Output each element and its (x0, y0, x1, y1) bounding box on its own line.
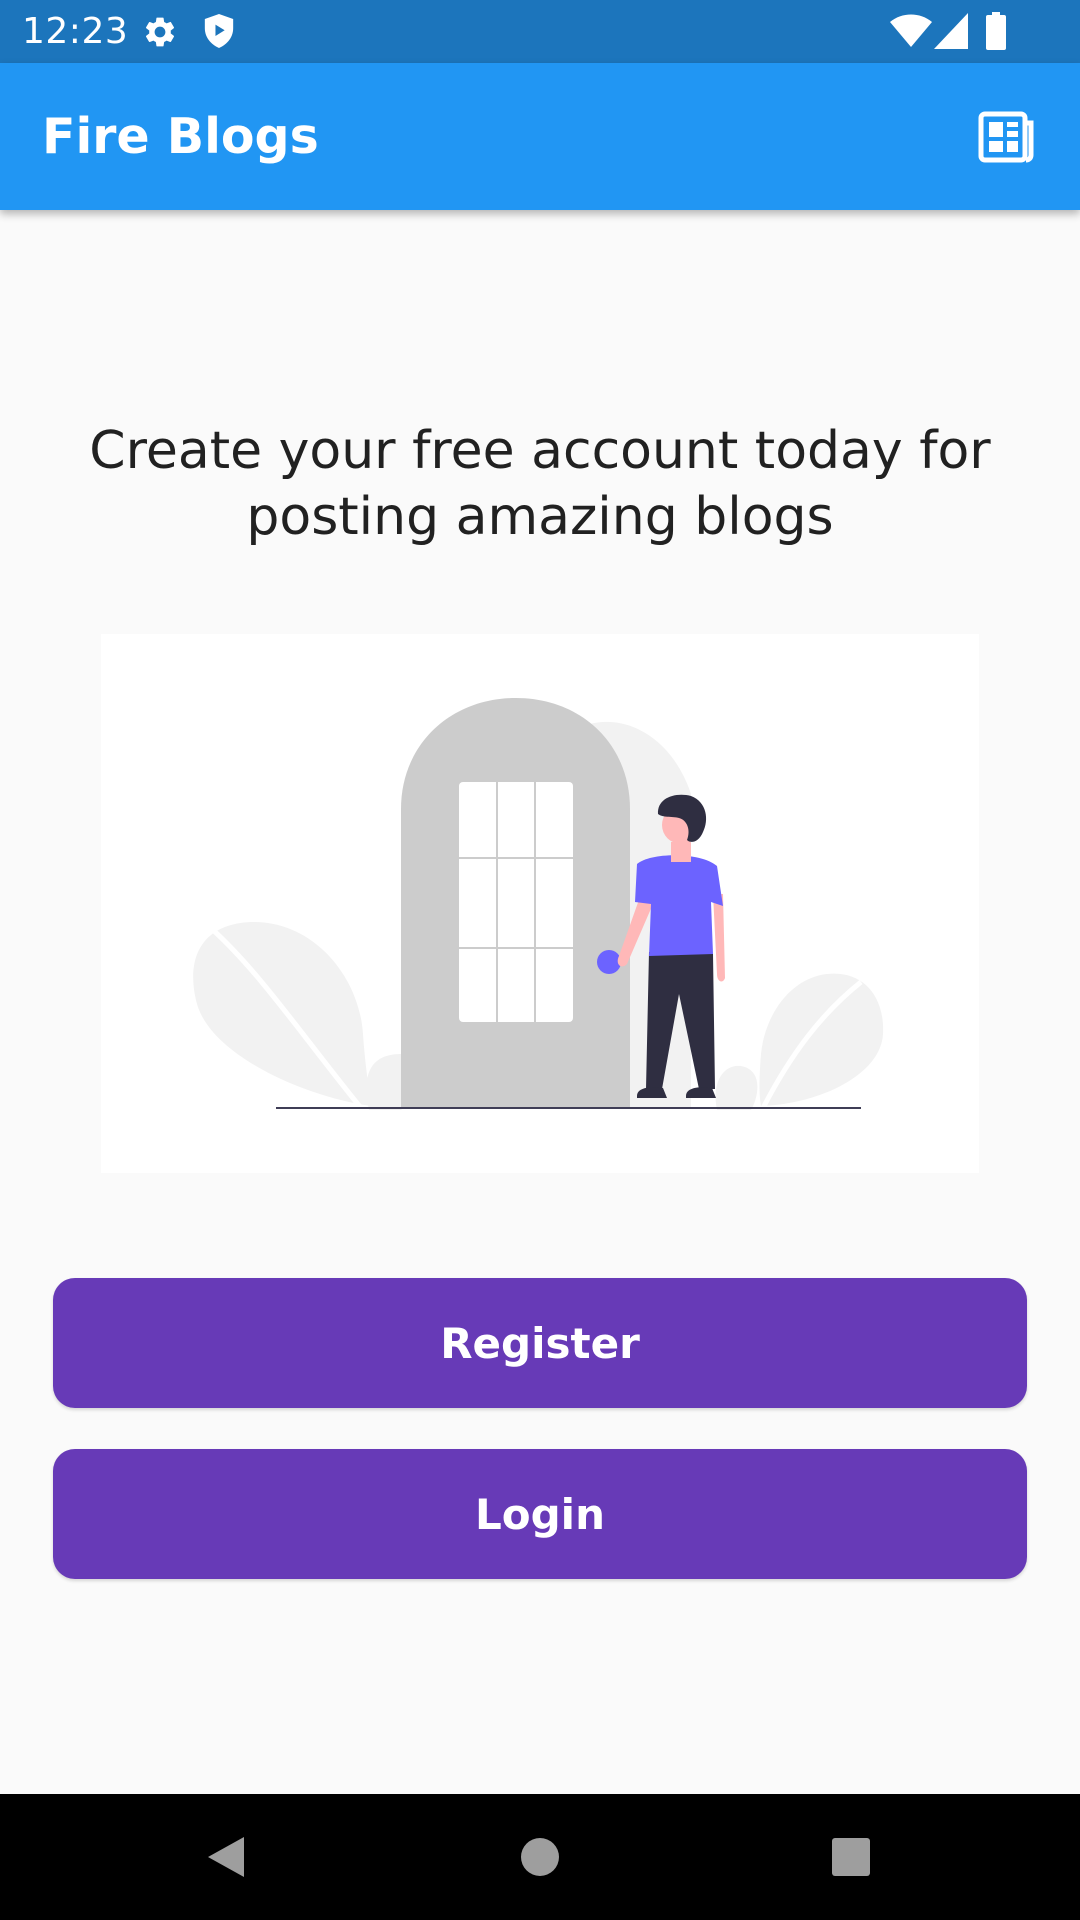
headline: Create your free account today for posti… (89, 421, 991, 547)
navigation-bar (0, 1794, 1080, 1920)
newspaper-button[interactable] (974, 105, 1038, 169)
left-plant (193, 921, 371, 1106)
home-icon (521, 1838, 559, 1876)
person-at-door-illustration (101, 634, 979, 1173)
app-bar: Fire Blogs (0, 63, 1080, 210)
nav-home-button[interactable] (507, 1824, 573, 1890)
status-bar: 12:23 (0, 0, 1080, 63)
newspaper-icon (978, 111, 1034, 163)
gear-icon (145, 17, 175, 47)
back-icon (208, 1837, 244, 1877)
nav-back-button[interactable] (193, 1824, 259, 1890)
wifi-icon (890, 14, 932, 47)
nav-recents-button[interactable] (818, 1824, 884, 1890)
screen: 12:23 Fire Blogs Create your free accoun… (0, 0, 1080, 1920)
shield-icon (204, 14, 234, 48)
right-plant (759, 973, 884, 1106)
cell-signal-icon (934, 13, 968, 49)
app-title: Fire Blogs (42, 108, 319, 165)
recents-icon (832, 1838, 870, 1876)
status-time: 12:23 (22, 11, 129, 52)
register-button[interactable]: Register (53, 1278, 1027, 1408)
right-small-plant (715, 1065, 758, 1110)
battery-icon (986, 12, 1006, 50)
door-knob (597, 950, 621, 974)
illustration-svg (193, 698, 884, 1110)
login-button[interactable]: Login (53, 1449, 1027, 1579)
